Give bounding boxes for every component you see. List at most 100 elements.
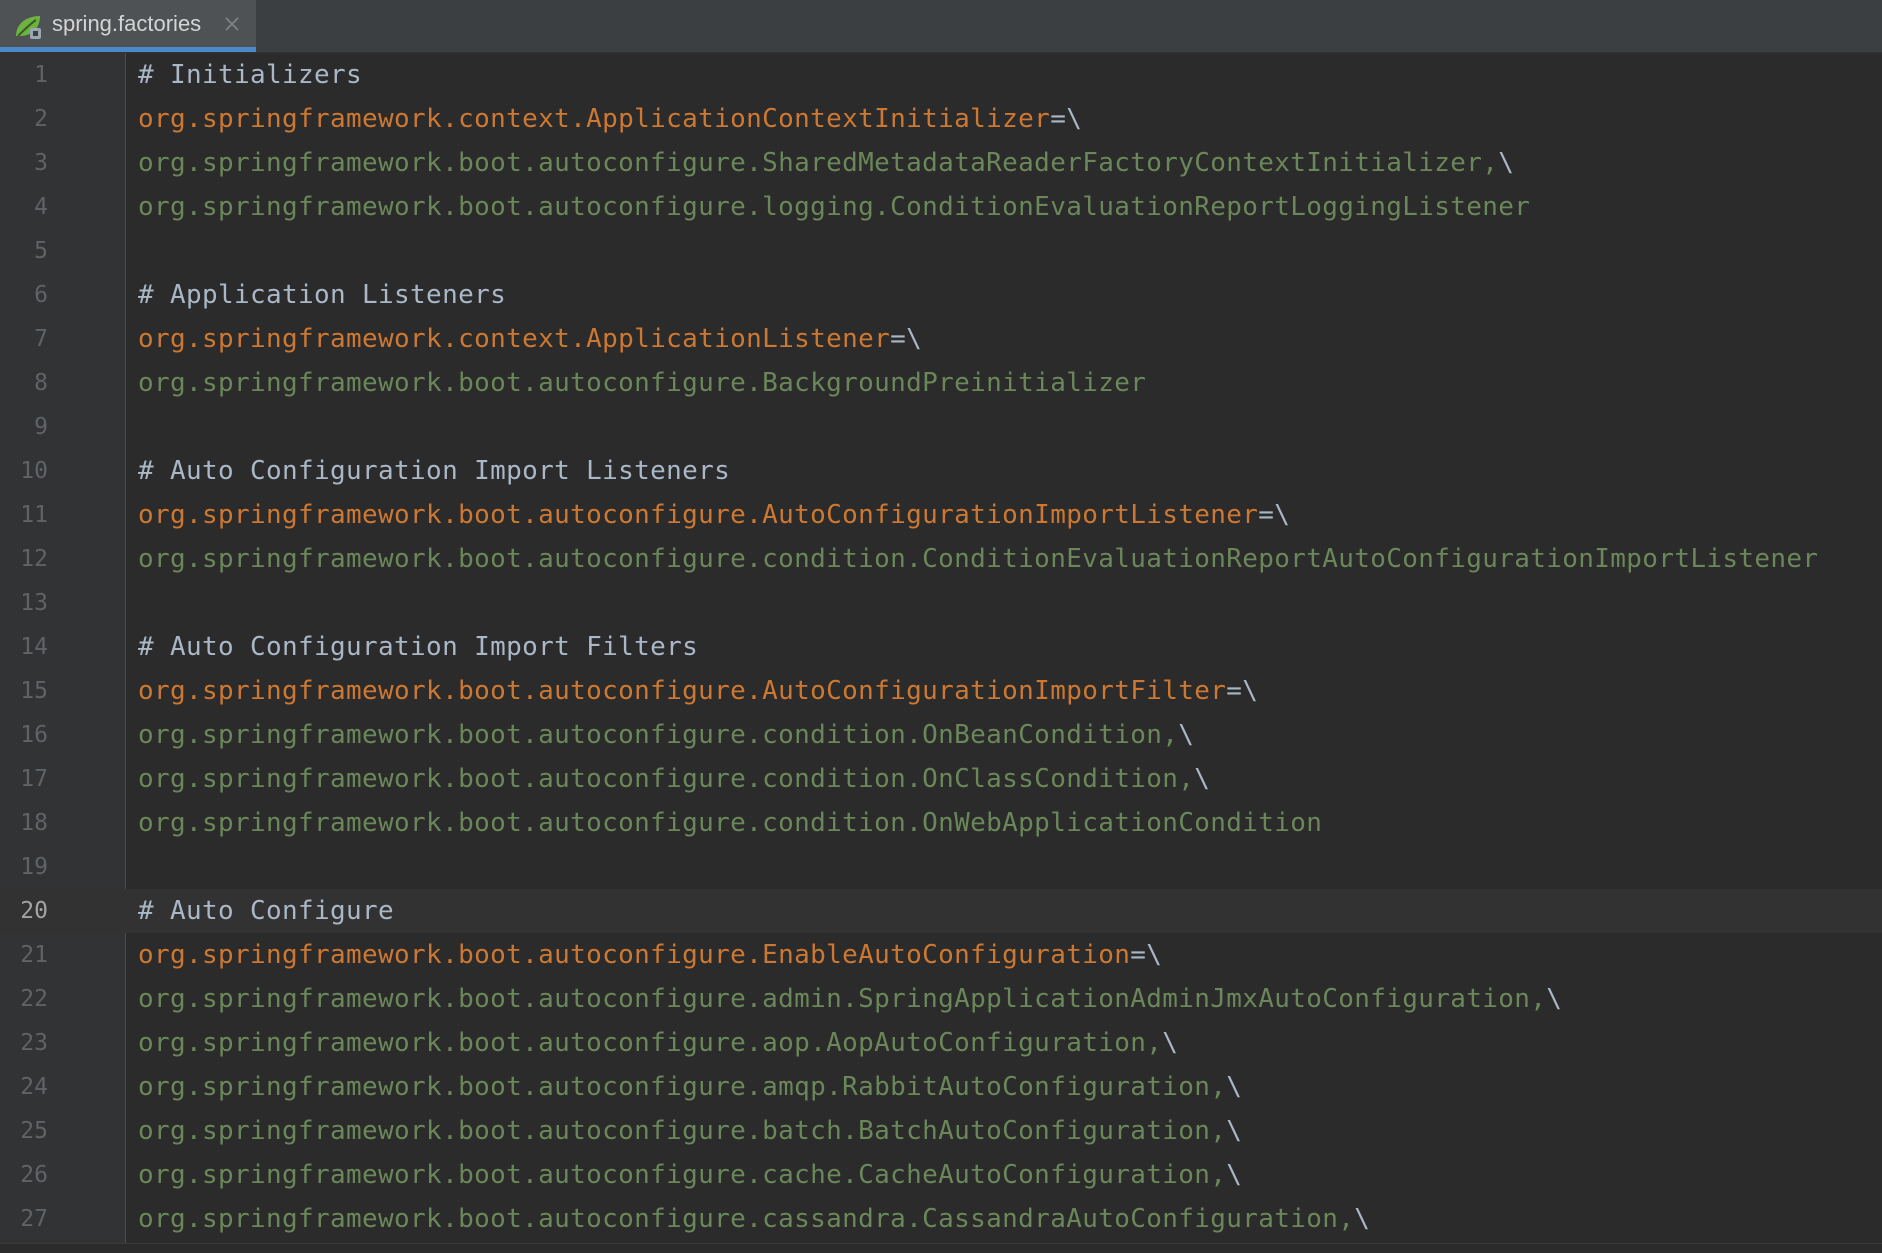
code-editor[interactable]: 1 # Initializers 2 org.springframework.cont… [0, 53, 1882, 1243]
line-number: 4 [34, 194, 48, 220]
comment-token: # Auto Configuration Import Filters [138, 632, 699, 662]
line-number: 9 [34, 414, 48, 440]
code-line[interactable]: 11 org.springframework.boot.autoconfigure… [0, 493, 1882, 537]
code-line[interactable]: 19 [0, 845, 1882, 889]
line-number: 2 [34, 106, 48, 132]
line-number: 5 [34, 238, 48, 264]
code-line[interactable]: 17 org.springframework.boot.autoconfigure… [0, 757, 1882, 801]
separator-token: =\ [1258, 500, 1291, 530]
code-line[interactable]: 22 org.springframework.boot.autoconfigure… [0, 977, 1882, 1021]
code-line[interactable]: 16 org.springframework.boot.autoconfigure… [0, 713, 1882, 757]
separator-token: \ [1162, 1028, 1179, 1058]
property-value-token: org.springframework.boot.autoconfigure.c… [138, 808, 1323, 838]
line-number: 7 [34, 326, 48, 352]
code-lines: 1 # Initializers 2 org.springframework.cont… [0, 53, 1882, 1241]
active-tab-indicator [0, 47, 256, 52]
line-content: org.springframework.boot.autoconfigure.S… [138, 141, 1514, 185]
line-content: org.springframework.boot.autoconfigure.a… [138, 1065, 1242, 1109]
editor-tab-bar: spring.factories [0, 0, 1882, 53]
property-value-token: org.springframework.boot.autoconfigure.S… [138, 148, 1499, 178]
comment-token: # Auto Configure [138, 896, 395, 926]
line-number: 27 [20, 1206, 48, 1232]
line-content: org.springframework.boot.autoconfigure.c… [138, 1153, 1242, 1197]
code-line[interactable]: 26 org.springframework.boot.autoconfigure… [0, 1153, 1882, 1197]
line-number: 21 [20, 942, 48, 968]
line-number: 17 [20, 766, 48, 792]
line-number: 20 [20, 898, 48, 924]
code-line[interactable]: 23 org.springframework.boot.autoconfigure… [0, 1021, 1882, 1065]
line-content: org.springframework.boot.autoconfigure.A… [138, 669, 1258, 713]
line-number: 1 [34, 62, 48, 88]
tab-spring-factories[interactable]: spring.factories [0, 0, 256, 52]
code-line[interactable]: 14 # Auto Configuration Import Filters [0, 625, 1882, 669]
line-number: 10 [20, 458, 48, 484]
code-line[interactable]: 24 org.springframework.boot.autoconfigure… [0, 1065, 1882, 1109]
line-content: org.springframework.boot.autoconfigure.c… [138, 713, 1194, 757]
line-content: org.springframework.boot.autoconfigure.E… [138, 933, 1162, 977]
line-number: 25 [20, 1118, 48, 1144]
comment-token: # Initializers [138, 60, 363, 90]
code-line[interactable]: 6 # Application Listeners [0, 273, 1882, 317]
line-number: 26 [20, 1162, 48, 1188]
line-content: org.springframework.boot.autoconfigure.a… [138, 977, 1562, 1021]
line-number: 18 [20, 810, 48, 836]
line-content: org.springframework.boot.autoconfigure.a… [138, 1021, 1178, 1065]
code-line[interactable]: 9 [0, 405, 1882, 449]
code-line[interactable]: 13 [0, 581, 1882, 625]
separator-token: =\ [1130, 940, 1163, 970]
line-number: 19 [20, 854, 48, 880]
code-line[interactable]: 3 org.springframework.boot.autoconfigure.… [0, 141, 1882, 185]
separator-token: \ [1546, 984, 1563, 1014]
property-value-token: org.springframework.boot.autoconfigure.a… [138, 1028, 1163, 1058]
separator-token: \ [1226, 1072, 1243, 1102]
property-value-token: org.springframework.boot.autoconfigure.B… [138, 368, 1147, 398]
code-line[interactable]: 1 # Initializers [0, 53, 1882, 97]
code-line[interactable]: 20 # Auto Configure [0, 889, 1882, 933]
code-line[interactable]: 7 org.springframework.context.Application… [0, 317, 1882, 361]
spring-leaf-icon [16, 16, 41, 39]
line-number: 14 [20, 634, 48, 660]
separator-token: =\ [1226, 676, 1259, 706]
property-key-token: org.springframework.boot.autoconfigure.A… [138, 500, 1259, 530]
line-content: org.springframework.boot.autoconfigure.c… [138, 1197, 1370, 1241]
line-content: org.springframework.boot.autoconfigure.c… [138, 757, 1210, 801]
property-key-token: org.springframework.boot.autoconfigure.A… [138, 676, 1227, 706]
separator-token: =\ [1050, 104, 1083, 134]
separator-token: \ [1194, 764, 1211, 794]
line-content: org.springframework.context.ApplicationL… [138, 317, 922, 361]
line-content: # Auto Configuration Import Filters [138, 625, 698, 669]
code-line[interactable]: 25 org.springframework.boot.autoconfigure… [0, 1109, 1882, 1153]
separator-token: \ [1226, 1160, 1243, 1190]
code-line[interactable]: 8 org.springframework.boot.autoconfigure.… [0, 361, 1882, 405]
line-content: org.springframework.boot.autoconfigure.c… [138, 537, 1818, 581]
code-line[interactable]: 12 org.springframework.boot.autoconfigure… [0, 537, 1882, 581]
line-number: 11 [20, 502, 48, 528]
line-content: # Auto Configure [138, 889, 394, 933]
code-line[interactable]: 2 org.springframework.context.Application… [0, 97, 1882, 141]
line-content: org.springframework.boot.autoconfigure.B… [138, 361, 1146, 405]
line-number: 23 [20, 1030, 48, 1056]
line-content: # Auto Configuration Import Listeners [138, 449, 730, 493]
property-value-token: org.springframework.boot.autoconfigure.l… [138, 192, 1531, 222]
line-number: 3 [34, 150, 48, 176]
property-value-token: org.springframework.boot.autoconfigure.c… [138, 544, 1819, 574]
code-line[interactable]: 18 org.springframework.boot.autoconfigure… [0, 801, 1882, 845]
separator-token: \ [1354, 1204, 1371, 1234]
property-value-token: org.springframework.boot.autoconfigure.c… [138, 1204, 1355, 1234]
code-line[interactable]: 15 org.springframework.boot.autoconfigure… [0, 669, 1882, 713]
tab-label: spring.factories [52, 11, 202, 36]
close-icon[interactable] [220, 12, 244, 36]
code-line[interactable]: 4 org.springframework.boot.autoconfigure.… [0, 185, 1882, 229]
separator-token: =\ [890, 324, 923, 354]
comment-token: # Auto Configuration Import Listeners [138, 456, 731, 486]
line-number: 16 [20, 722, 48, 748]
code-line[interactable]: 21 org.springframework.boot.autoconfigure… [0, 933, 1882, 977]
line-content: # Application Listeners [138, 273, 506, 317]
separator-token: \ [1498, 148, 1515, 178]
code-line[interactable]: 27 org.springframework.boot.autoconfigure… [0, 1197, 1882, 1241]
property-value-token: org.springframework.boot.autoconfigure.a… [138, 984, 1547, 1014]
code-line[interactable]: 5 [0, 229, 1882, 273]
property-key-token: org.springframework.boot.autoconfigure.E… [138, 940, 1131, 970]
code-line[interactable]: 10 # Auto Configuration Import Listeners [0, 449, 1882, 493]
property-value-token: org.springframework.boot.autoconfigure.b… [138, 1116, 1227, 1146]
